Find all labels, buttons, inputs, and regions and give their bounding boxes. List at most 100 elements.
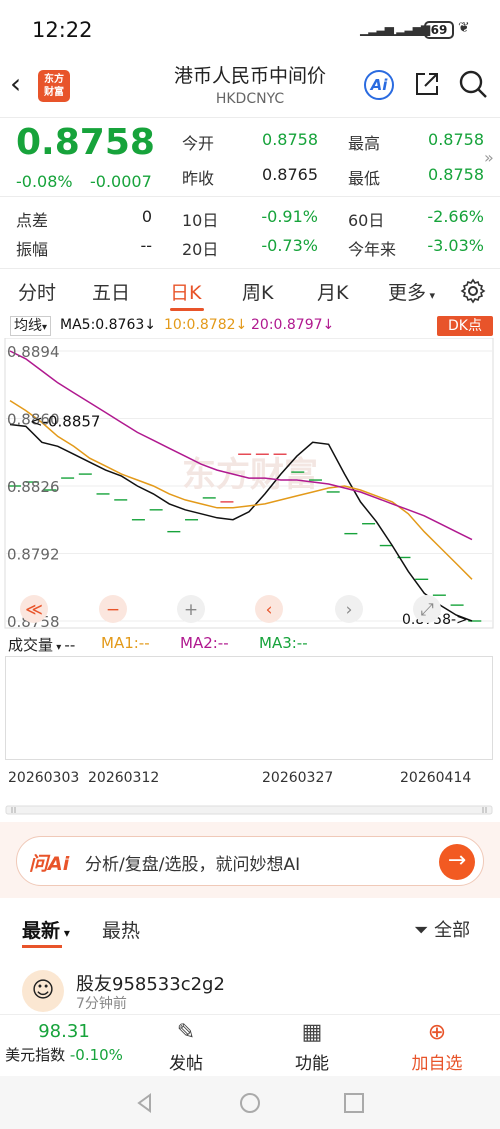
d60-label: 60日 [348,211,385,230]
ma-selector-label: 均线 [14,318,42,334]
quote-panel: 0.8758 -0.08% -0.0007 今开 0.8758 最高 0.875… [0,118,500,268]
index-name: 美元指数 [5,1046,66,1064]
tab-five-day[interactable]: 五日 [92,278,130,305]
filter-icon: ⏷ [414,920,429,941]
dropdown-caret-icon: ▾ [42,322,48,333]
filter-button[interactable]: ⏷ 全部 [414,916,470,942]
active-tab-indicator [22,945,62,948]
ytd-value: -3.03% [427,236,484,255]
expand-chevron-icon[interactable]: » [484,148,494,167]
tab-latest-label: 最新 [22,920,61,942]
ai-search-bar[interactable]: 问Ai 分析/复盘/选股，就问妙想AI → [16,836,484,886]
current-price: 0.8758 [16,122,155,163]
dk-point-button[interactable]: DK点 [437,316,493,336]
page-title: 港币人民币中间价 [173,65,326,87]
date-label: 20260312 [88,770,160,786]
d20-label: 20日 [182,240,219,259]
post-button[interactable]: ✎ 发帖 [158,1020,214,1075]
tab-daily-k[interactable]: 日K [170,278,201,305]
low-value: 0.8758 [428,165,484,184]
post-time: 7分钟前 [76,996,127,1012]
search-icon[interactable] [458,69,488,99]
ai-logo: 问Ai [29,853,70,875]
date-axis: 20260303 20260312 20260327 20260414 [0,766,500,790]
tab-weekly-k[interactable]: 周K [242,278,273,305]
ma10-label: 10:0.8782↓ [164,317,248,333]
ma-selector[interactable]: 均线▾ [10,316,52,336]
open-value: 0.8758 [262,130,318,149]
ma5-label: MA5:0.8763↓ [60,317,156,333]
nav-back-icon[interactable] [134,1092,156,1114]
spread-value: 0 [141,207,152,226]
amplitude-value: -- [140,236,152,255]
arrow-right-icon[interactable]: → [439,844,475,880]
index-change: -0.10% [69,1046,123,1064]
spread-label: 点差 [16,211,49,230]
add-circle-icon: ⊕ [427,1020,447,1045]
date-label: 20260414 [400,770,472,786]
status-time: 12:22 [32,18,93,42]
post-item[interactable]: ☺ 股友958533c2g2 7分钟前 [0,962,500,1018]
nav-home-icon[interactable] [239,1092,261,1114]
volume-selector-label: 成交量 [8,636,54,654]
tab-more-label: 更多 [388,282,427,304]
filter-label: 全部 [434,920,471,941]
app-logo: 东方 财富 [38,70,70,102]
tab-intraday[interactable]: 分时 [18,278,56,305]
chart-control-icon: − [106,600,120,620]
period-tabs: 分时 五日 日K 周K 月K 更多 ▾ [0,270,500,312]
status-bar: 12:22 ▁▂▃▅ ▁▂▃▅▆ 69 ❦ [0,0,500,60]
prev-close-value: 0.8765 [262,165,318,184]
high-label: 最高 [348,134,381,153]
ytd-label: 今年来 [348,240,397,259]
share-icon[interactable] [414,71,440,97]
change-amount: -0.0007 [90,172,152,191]
back-arrow-icon[interactable]: ‹ [10,69,30,99]
nav-recents-icon[interactable] [343,1092,365,1114]
chart-control-icon: ≪ [25,600,43,620]
ma-legend: 均线▾ MA5:0.8763↓ 10:0.8782↓ 20:0.8797↓ DK… [0,316,500,338]
chevron-down-icon: ▾ [60,926,70,940]
active-tab-indicator [170,308,204,311]
top-nav-bar: ‹ 东方 财富 港币人民币中间价 HKDCNYC Ai [0,55,500,117]
tab-latest[interactable]: 最新 ▾ [22,916,70,943]
volume-chart-area[interactable] [5,656,493,760]
price-annotation: <-0.8857 [30,412,100,430]
chart-control-icon: › [346,600,353,620]
chart-control-icon: ‹ [266,600,273,620]
date-label: 20260327 [262,770,334,786]
logo-text-2: 财富 [44,87,64,98]
chart-control-icon: + [184,600,198,620]
d10-value: -0.91% [261,207,318,226]
edit-icon: ✎ [176,1020,196,1045]
ai-assistant-icon[interactable]: Ai [364,70,394,100]
wifi-icon: ▁▂▃▅▆ [388,22,430,36]
vol-ma1-label: MA1:-- [101,634,150,652]
leaf-icon: ❦ [458,20,470,36]
volume-dash: -- [64,636,76,654]
tab-more[interactable]: 更多 ▾ [388,278,435,305]
dollar-index-widget[interactable]: 98.31 美元指数 -0.10% [2,1021,126,1065]
vol-ma3-label: MA3:-- [259,634,308,652]
kline-chart[interactable]: 东方财富 0.88940.88600.88260.87920.8758 <-0.… [0,338,500,633]
d10-label: 10日 [182,211,219,230]
gear-icon[interactable] [460,278,486,304]
add-watchlist-label: 加自选 [411,1054,463,1074]
post-label: 发帖 [169,1054,203,1074]
index-value: 98.31 [38,1021,90,1042]
open-label: 今开 [182,134,215,153]
functions-button[interactable]: ▦ 功能 [284,1021,340,1075]
tab-monthly-k[interactable]: 月K [317,278,348,305]
add-watchlist-button[interactable]: ⊕ 加自选 [400,1020,474,1075]
logo-text-1: 东方 [44,74,64,85]
system-nav-bar [0,1076,500,1129]
ma20-label: 20:0.8797↓ [251,317,335,333]
dropdown-caret-icon: ▾ [426,289,436,302]
d20-value: -0.73% [261,236,318,255]
chart-control-icon: ⤢ [420,600,434,620]
avatar[interactable]: ☺ [22,970,64,1012]
chart-scrollbar[interactable] [0,802,500,818]
volume-selector[interactable]: 成交量 ▾ -- [8,634,75,655]
tab-hot[interactable]: 最热 [102,916,140,943]
y-tick-label: 0.8826 [7,478,60,496]
